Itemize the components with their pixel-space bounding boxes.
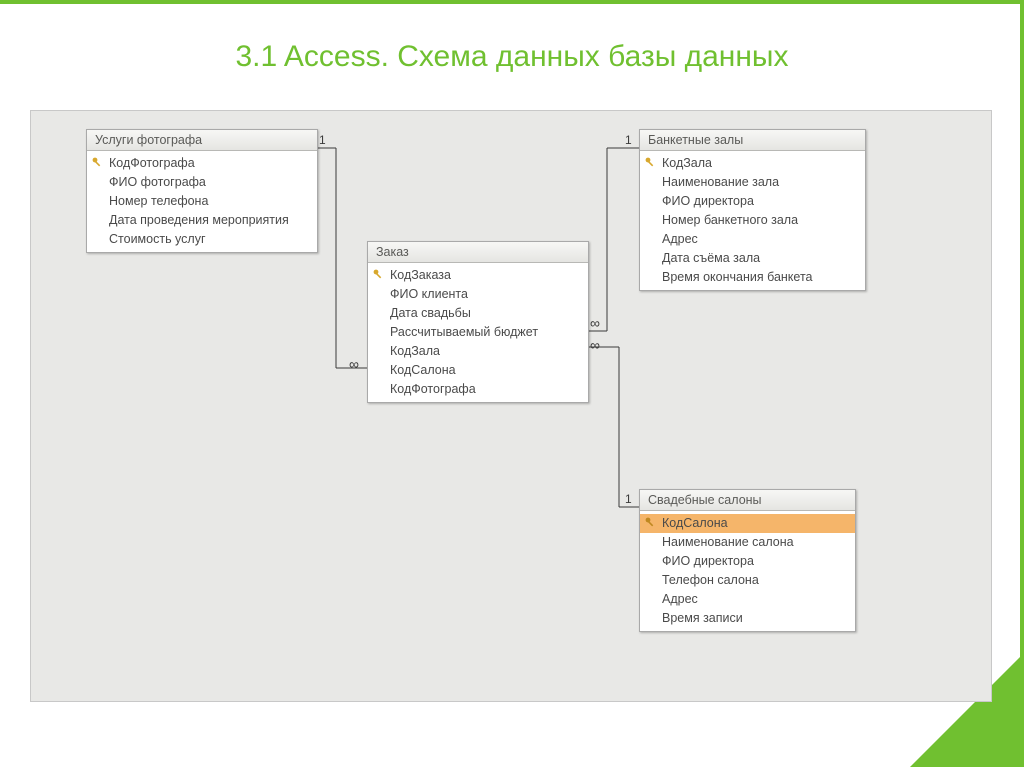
- field-label: ФИО директора: [662, 554, 754, 568]
- table-photo[interactable]: Услуги фотографа КодФотографа ФИО фотогр…: [86, 129, 318, 253]
- table-fields: КодЗаказа ФИО клиента Дата свадьбы Рассч…: [368, 263, 588, 402]
- field-label: КодЗаказа: [390, 268, 451, 282]
- key-icon: [645, 517, 656, 528]
- field[interactable]: Дата свадьбы: [368, 304, 588, 323]
- field[interactable]: Номер телефона: [87, 192, 317, 211]
- rel-label-one: 1: [625, 492, 632, 506]
- field-pk[interactable]: КодЗаказа: [368, 266, 588, 285]
- field[interactable]: Адрес: [640, 590, 855, 609]
- field-label: Номер банкетного зала: [662, 213, 798, 227]
- field[interactable]: КодСалона: [368, 361, 588, 380]
- page-title: 3.1 Access. Схема данных базы данных: [0, 40, 1024, 74]
- field[interactable]: Адрес: [640, 230, 865, 249]
- rel-label-many: ∞: [349, 356, 359, 372]
- field-label: Наименование зала: [662, 175, 779, 189]
- field-label: Дата съёма зала: [662, 251, 760, 265]
- field-label: Дата свадьбы: [390, 306, 471, 320]
- key-icon: [92, 157, 103, 168]
- field-label: Телефон салона: [662, 573, 759, 587]
- table-fields: КодЗала Наименование зала ФИО директора …: [640, 151, 865, 290]
- field-pk[interactable]: КодЗала: [640, 154, 865, 173]
- field[interactable]: Наименование салона: [640, 533, 855, 552]
- field[interactable]: Дата съёма зала: [640, 249, 865, 268]
- table-title: Услуги фотографа: [87, 130, 317, 151]
- rel-label-many: ∞: [590, 337, 600, 353]
- rel-label-many: ∞: [590, 315, 600, 331]
- field[interactable]: ФИО директора: [640, 552, 855, 571]
- field-label: КодСалона: [662, 516, 728, 530]
- field[interactable]: Рассчитываемый бюджет: [368, 323, 588, 342]
- field-label: ФИО клиента: [390, 287, 468, 301]
- field[interactable]: Номер банкетного зала: [640, 211, 865, 230]
- field[interactable]: Время окончания банкета: [640, 268, 865, 287]
- field[interactable]: КодФотографа: [368, 380, 588, 399]
- field-label: КодЗала: [390, 344, 440, 358]
- table-halls[interactable]: Банкетные залы КодЗала Наименование зала…: [639, 129, 866, 291]
- field-label: Наименование салона: [662, 535, 794, 549]
- field-pk-selected[interactable]: КодСалона: [640, 514, 855, 533]
- field-label: Адрес: [662, 592, 698, 606]
- field-label: Рассчитываемый бюджет: [390, 325, 538, 339]
- field-label: Время окончания банкета: [662, 270, 813, 284]
- table-title: Заказ: [368, 242, 588, 263]
- field[interactable]: ФИО директора: [640, 192, 865, 211]
- key-icon: [373, 269, 384, 280]
- field-label: ФИО фотографа: [109, 175, 206, 189]
- field-label: КодСалона: [390, 363, 456, 377]
- table-title: Банкетные залы: [640, 130, 865, 151]
- table-fields: КодСалона Наименование салона ФИО директ…: [640, 511, 855, 631]
- field-label: КодФотографа: [390, 382, 476, 396]
- field-label: КодЗала: [662, 156, 712, 170]
- field-label: Номер телефона: [109, 194, 208, 208]
- rel-label-one: 1: [625, 133, 632, 147]
- field-label: Время записи: [662, 611, 743, 625]
- table-title: Свадебные салоны: [640, 490, 855, 511]
- field-label: КодФотографа: [109, 156, 195, 170]
- field-label: Дата проведения мероприятия: [109, 213, 289, 227]
- table-fields: КодФотографа ФИО фотографа Номер телефон…: [87, 151, 317, 252]
- field[interactable]: Стоимость услуг: [87, 230, 317, 249]
- field[interactable]: Время записи: [640, 609, 855, 628]
- table-order[interactable]: Заказ КодЗаказа ФИО клиента Дата свадьбы…: [367, 241, 589, 403]
- field-label: Стоимость услуг: [109, 232, 206, 246]
- field-label: Адрес: [662, 232, 698, 246]
- field-pk[interactable]: КодФотографа: [87, 154, 317, 173]
- field-label: ФИО директора: [662, 194, 754, 208]
- field[interactable]: Наименование зала: [640, 173, 865, 192]
- diagram-canvas: 1 ∞ ∞ 1 ∞ 1 Услуги фотографа КодФотограф…: [30, 110, 992, 702]
- field[interactable]: ФИО клиента: [368, 285, 588, 304]
- rel-label-one: 1: [319, 133, 326, 147]
- table-salons[interactable]: Свадебные салоны КодСалона Наименование …: [639, 489, 856, 632]
- field[interactable]: Телефон салона: [640, 571, 855, 590]
- key-icon: [645, 157, 656, 168]
- field[interactable]: ФИО фотографа: [87, 173, 317, 192]
- field[interactable]: КодЗала: [368, 342, 588, 361]
- field[interactable]: Дата проведения мероприятия: [87, 211, 317, 230]
